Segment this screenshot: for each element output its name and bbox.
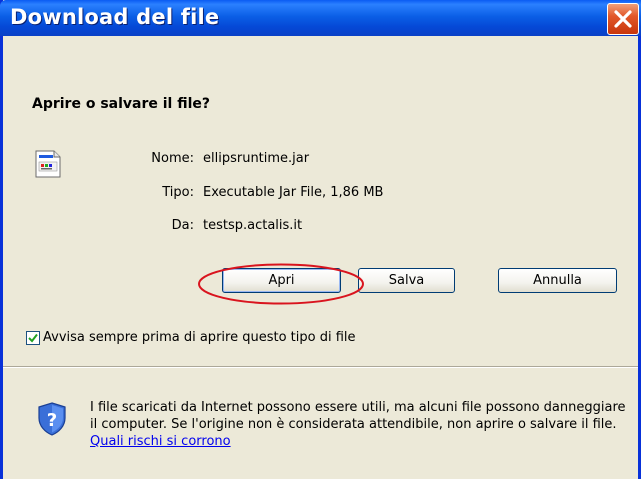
always-ask-label[interactable]: Avvisa sempre prima di aprire questo tip… [43,330,356,345]
cancel-button[interactable]: Annulla [498,268,617,293]
dialog-question: Aprire o salvare il file? [32,96,211,112]
warning-text: I file scaricati da Internet possono ess… [90,399,630,450]
shield-question-icon: ? [37,402,67,440]
close-icon [614,10,632,28]
file-name-value: ellipsruntime.jar [203,151,310,166]
field-label: Tipo: [162,185,194,200]
field-name-row: Nome: ellipsruntime.jar [3,151,638,169]
svg-text:?: ? [47,410,57,431]
always-ask-checkbox[interactable] [26,331,40,345]
field-label: Da: [171,218,194,233]
close-button[interactable] [607,3,639,35]
save-button[interactable]: Salva [358,268,455,293]
field-label: Nome: [151,151,194,166]
separator [3,366,638,368]
field-source-row: Da: testsp.actalis.it [3,218,638,236]
warning-message: I file scaricati da Internet possono ess… [90,400,626,432]
file-source-value: testsp.actalis.it [203,218,303,233]
risks-link[interactable]: Quali rischi si corrono [90,434,231,449]
open-button[interactable]: Apri [222,268,341,293]
title-bar[interactable]: Download del file [0,0,641,36]
checkmark-icon [28,333,38,343]
window-title: Download del file [10,5,220,29]
field-type-row: Tipo: Executable Jar File, 1,86 MB [3,185,638,203]
file-type-value: Executable Jar File, 1,86 MB [203,185,384,200]
download-dialog: Download del file Aprire o salvare il fi… [0,0,641,479]
